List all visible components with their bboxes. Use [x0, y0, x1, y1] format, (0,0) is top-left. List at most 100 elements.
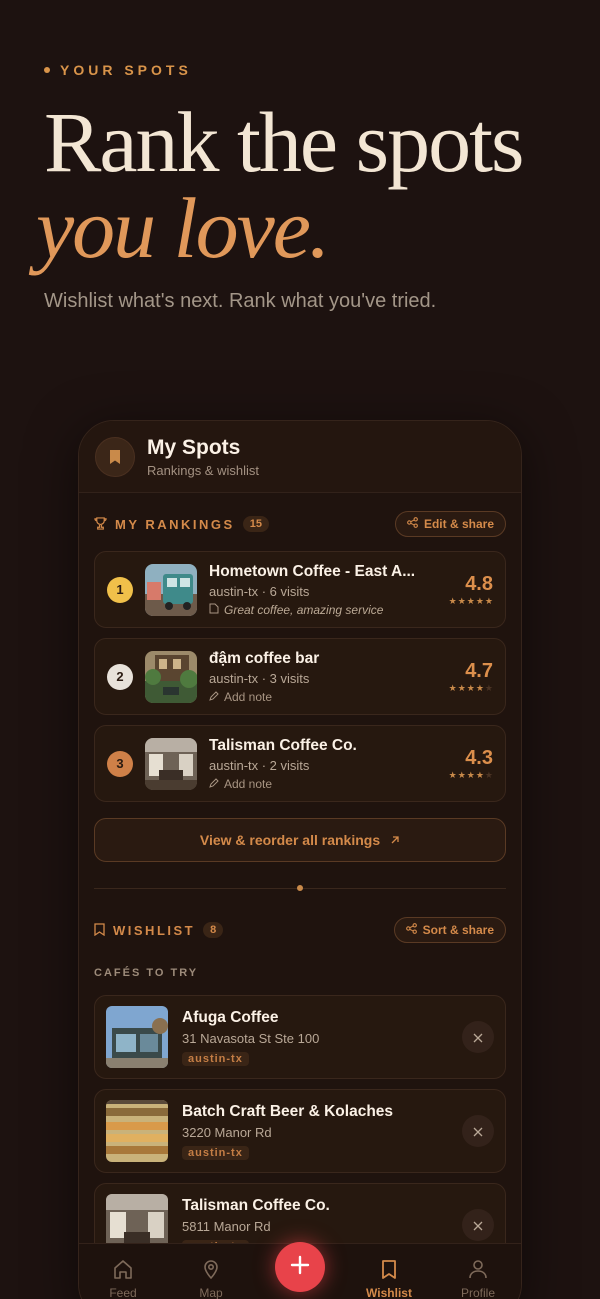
ranking-card[interactable]: 2 đậm coffee bar austin-tx · 3 visits Ad…	[94, 638, 506, 715]
place-name: Talisman Coffee Co.	[182, 1196, 330, 1214]
bookmark-icon	[378, 1260, 400, 1284]
tab-bar: Feed Map Wishlist Profile	[79, 1242, 521, 1299]
view-all-rankings-button[interactable]: View & reorder all rankings	[94, 818, 506, 862]
bookmark-icon	[95, 436, 135, 477]
star-rating: ★ ★ ★ ★ ★	[449, 597, 493, 607]
place-name: Afuga Coffee	[182, 1008, 279, 1026]
score: 4.7 ★ ★ ★ ★ ★	[449, 660, 493, 694]
star-filled-icon: ★	[466, 683, 475, 694]
home-icon	[112, 1260, 134, 1284]
tab-profile-label: Profile	[460, 1286, 495, 1299]
rank-badge: 3	[107, 750, 133, 777]
place-meta: austin-tx · 6 visits	[209, 583, 310, 599]
place-name: Talisman Coffee Co.	[209, 736, 357, 754]
note-icon	[209, 603, 219, 617]
app-header: My Spots Rankings & wishlist	[79, 421, 521, 493]
eyebrow-text: YOUR SPOTS	[60, 62, 192, 78]
wishlist-list: Afuga Coffee 31 Navasota St Ste 100 aust…	[79, 995, 521, 1267]
user-icon	[467, 1260, 489, 1284]
place-photo	[106, 1006, 168, 1068]
city-tag: austin-tx	[182, 1051, 249, 1066]
place-meta: austin-tx · 3 visits	[209, 670, 310, 686]
remove-button[interactable]	[462, 1209, 494, 1241]
wishlist-card[interactable]: Afuga Coffee 31 Navasota St Ste 100 aust…	[94, 995, 506, 1079]
pencil-icon	[209, 777, 219, 791]
tab-wishlist[interactable]: Wishlist	[354, 1258, 424, 1299]
wishlist-card[interactable]: Batch Craft Beer & Kolaches 3220 Manor R…	[94, 1089, 506, 1173]
add-note-button[interactable]: Add note	[209, 690, 441, 704]
edit-share-label: Edit & share	[423, 517, 494, 531]
map-pin-icon	[200, 1260, 222, 1284]
bookmark-outline-icon	[94, 921, 105, 940]
place-photo	[145, 737, 197, 790]
eyebrow-dot	[44, 67, 50, 73]
add-note-button[interactable]: Add note	[209, 777, 441, 791]
hero-subtitle: Wishlist what's next. Rank what you've t…	[44, 290, 437, 312]
tab-feed[interactable]: Feed	[88, 1258, 158, 1299]
app-title: My Spots	[147, 435, 241, 459]
remove-button[interactable]	[462, 1115, 494, 1147]
close-icon	[473, 1216, 483, 1235]
rankings-count: 15	[242, 516, 269, 532]
ranking-card[interactable]: 1 Hometown Coffee - East A... austin-tx …	[94, 551, 506, 628]
pencil-icon	[209, 690, 219, 704]
remove-button[interactable]	[462, 1021, 494, 1053]
place-address: 31 Navasota St Ste 100	[182, 1030, 320, 1046]
place-name: Hometown Coffee - East A...	[209, 562, 416, 580]
category-label: CAFÉS TO TRY	[94, 967, 199, 979]
score-value: 4.8	[465, 572, 493, 595]
add-note-label: Add note	[224, 689, 273, 704]
tab-wishlist-label: Wishlist	[366, 1286, 412, 1299]
place-note[interactable]: Great coffee, amazing service	[209, 603, 441, 617]
rankings-header: MY RANKINGS 15 Edit & share	[79, 511, 521, 537]
add-button[interactable]	[275, 1242, 325, 1292]
sort-share-button[interactable]: Sort & share	[393, 917, 506, 943]
score-value: 4.7	[465, 659, 493, 682]
close-icon	[473, 1028, 483, 1047]
section-divider	[94, 885, 506, 891]
place-name: đậm coffee bar	[209, 649, 320, 667]
city-tag: austin-tx	[182, 1145, 249, 1160]
note-text: Great coffee, amazing service	[224, 602, 384, 617]
arrow-up-right-icon	[390, 832, 400, 848]
rank-badge: 2	[107, 663, 133, 690]
star-filled-icon: ★	[466, 770, 475, 781]
star-empty-icon: ★	[484, 770, 493, 781]
hero-title-line2: you love.	[36, 180, 330, 276]
score-value: 4.3	[465, 746, 493, 769]
star-filled-icon: ★	[475, 596, 484, 607]
star-filled-icon: ★	[466, 596, 475, 607]
hero-title-line1: Rank the spots	[44, 94, 524, 190]
star-filled-icon: ★	[475, 683, 484, 694]
star-filled-icon: ★	[457, 683, 466, 694]
rankings-title: MY RANKINGS	[115, 516, 235, 532]
star-empty-icon: ★	[484, 683, 493, 694]
close-icon	[473, 1122, 483, 1141]
star-filled-icon: ★	[457, 770, 466, 781]
rankings-list: 1 Hometown Coffee - East A... austin-tx …	[79, 551, 521, 802]
wishlist-count: 8	[203, 922, 224, 938]
trophy-icon	[94, 515, 107, 534]
tab-map[interactable]: Map	[176, 1258, 246, 1299]
place-photo	[145, 563, 197, 616]
eyebrow: YOUR SPOTS	[44, 62, 580, 78]
edit-share-button[interactable]: Edit & share	[394, 511, 506, 537]
rank-badge: 1	[107, 576, 133, 603]
star-rating: ★ ★ ★ ★ ★	[449, 771, 493, 781]
score: 4.3 ★ ★ ★ ★ ★	[449, 747, 493, 781]
star-filled-icon: ★	[448, 770, 457, 781]
place-address: 5811 Manor Rd	[182, 1218, 271, 1234]
wishlist-header: WISHLIST 8 Sort & share	[79, 917, 521, 943]
place-photo	[145, 650, 197, 703]
ranking-card[interactable]: 3 Talisman Coffee Co. austin-tx · 2 visi…	[94, 725, 506, 802]
view-all-label: View & reorder all rankings	[199, 832, 381, 848]
plus-icon	[290, 1255, 310, 1279]
tab-profile[interactable]: Profile	[443, 1258, 513, 1299]
phone-mockup: My Spots Rankings & wishlist MY RANKINGS…	[78, 420, 522, 1299]
score: 4.8 ★ ★ ★ ★ ★	[449, 573, 493, 607]
star-filled-icon: ★	[475, 770, 484, 781]
star-filled-icon: ★	[457, 596, 466, 607]
star-rating: ★ ★ ★ ★ ★	[449, 684, 493, 694]
wishlist-title: WISHLIST	[113, 922, 196, 938]
add-note-label: Add note	[224, 776, 273, 791]
